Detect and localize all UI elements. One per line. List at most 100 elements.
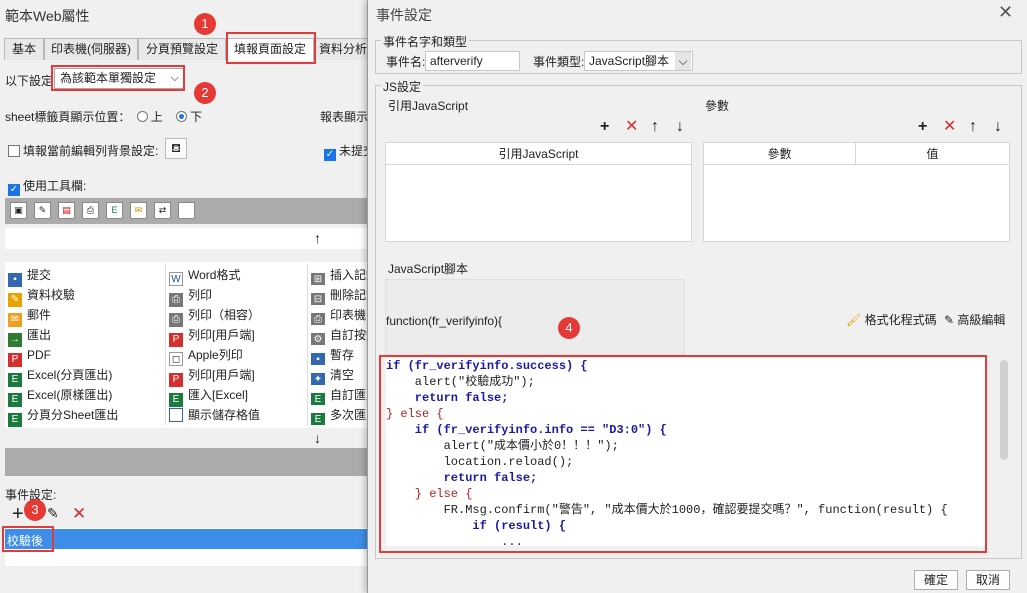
printer-icon[interactable]: ⎙	[82, 202, 99, 219]
btn-mail[interactable]: ✉ 郵件	[8, 305, 51, 327]
event-name-input[interactable]: afterverify	[425, 51, 520, 71]
event-type-label: 事件類型:	[533, 55, 585, 69]
toolbar-bottom-bar	[5, 448, 372, 476]
btn-custom[interactable]: ⚙自訂按鈕	[311, 325, 372, 345]
btn-label: 印表機	[330, 308, 367, 322]
btn-verify[interactable]: ✎ 資料校驗	[8, 285, 75, 307]
btn-import-excel[interactable]: E 匯入[Excel]	[169, 385, 248, 407]
code-scrollbar[interactable]	[1000, 360, 1008, 460]
add-ref-icon[interactable]: +	[600, 119, 609, 135]
btn-label: 列印[用戶端]	[188, 328, 255, 342]
btn-pdf[interactable]: P PDF	[8, 345, 51, 367]
highlight-box-2	[51, 65, 185, 91]
params-table[interactable]: 參數 值	[703, 142, 1010, 242]
btn-label: 分頁分Sheet匯出	[27, 408, 119, 422]
bg-setting-label: 填報當前編輯列背景設定:	[23, 144, 159, 158]
close-icon[interactable]: ✕	[998, 2, 1013, 23]
flow-icon[interactable]: ⇄	[154, 202, 171, 219]
add-event-icon[interactable]: +	[12, 504, 24, 524]
btn-label: Apple列印	[188, 348, 243, 362]
btn-label: 自訂匯入	[330, 388, 372, 402]
js-settings-label: JS設定	[381, 78, 424, 95]
advanced-edit-button[interactable]: ✎ 高級編輯	[944, 311, 1005, 328]
use-toolbar-label: 使用工具欄:	[23, 179, 87, 193]
event-name-value: afterverify	[430, 54, 483, 68]
btn-printer[interactable]: ⎙ 印表機	[311, 305, 372, 325]
btn-stash[interactable]: ▪ 暫存	[311, 345, 372, 365]
delete-ref-icon[interactable]: ✕	[625, 119, 638, 135]
btn-insert-record[interactable]: ⊞插入記錄	[311, 265, 372, 285]
use-toolbar: ✓ 使用工具欄:	[8, 177, 86, 196]
radio-top[interactable]	[136, 111, 148, 122]
btn-multi-import[interactable]: E多次匯入	[311, 405, 372, 425]
move-down-param-icon[interactable]: ↓	[994, 119, 1002, 135]
edit-icon: ✎	[944, 313, 955, 327]
btn-excel-original[interactable]: E Excel(原樣匯出)	[8, 385, 113, 407]
pencil-icon[interactable]: ✎	[34, 202, 51, 219]
window-title: 範本Web屬性	[5, 8, 90, 24]
param-header: 參數	[704, 143, 856, 165]
excel-icon[interactable]: E	[106, 202, 123, 219]
btn-apple-print[interactable]: ◻ Apple列印	[169, 345, 243, 366]
move-up-ref-icon[interactable]: ↑	[651, 119, 659, 135]
tab-basic[interactable]: 基本	[4, 38, 44, 60]
col-divider	[165, 263, 166, 425]
btn-export[interactable]: → 匯出	[8, 325, 52, 347]
btn-label: 顯示儲存格值	[188, 408, 261, 422]
unsubmitted-checkbox[interactable]: ✓	[324, 149, 336, 161]
btn-label: 提交	[27, 268, 52, 282]
btn-delete-record[interactable]: ⊟刪除記錄	[311, 285, 372, 305]
btn-submit[interactable]: ▪ 提交	[8, 265, 52, 287]
btn-show-cell-value[interactable]: 顯示儲存格值	[169, 405, 260, 425]
radio-bottom[interactable]	[176, 111, 188, 122]
btn-clear[interactable]: ✦ 清空	[311, 365, 372, 385]
save-icon[interactable]: ▣	[10, 202, 27, 219]
cancel-button[interactable]: 取消	[966, 570, 1010, 590]
btn-label: Excel(原樣匯出)	[27, 388, 113, 402]
btn-word[interactable]: W Word格式	[169, 265, 240, 286]
btn-print-client[interactable]: P 列印[用戶端]	[169, 325, 255, 347]
use-toolbar-checkbox[interactable]: ✓	[8, 184, 20, 196]
highlight-box-3	[2, 526, 54, 552]
add-param-icon[interactable]: +	[918, 119, 927, 135]
blank-icon[interactable]	[178, 202, 195, 219]
sheet-tab-position: sheet標籤頁顯示位置： 上 下	[5, 108, 202, 125]
dialog-title: 事件設定	[376, 7, 432, 23]
event-list-item[interactable]: 校驗後	[5, 529, 372, 549]
bg-setting-checkbox[interactable]	[8, 145, 20, 157]
btn-label: 暫存	[330, 348, 355, 362]
tab-bar: 基本 印表機(伺服器) 分頁預覽設定 填報頁面設定 資料分析	[4, 38, 376, 61]
btn-label: 列印	[188, 288, 213, 302]
btn-print-compat[interactable]: ⎙ 列印（相容）	[169, 305, 260, 327]
value-header: 值	[856, 143, 1009, 165]
delete-param-icon[interactable]: ✕	[943, 119, 956, 135]
ref-js-list[interactable]: 引用JavaScript	[385, 142, 692, 242]
move-down-ref-icon[interactable]: ↓	[676, 119, 684, 135]
ok-button[interactable]: 確定	[914, 570, 958, 590]
pdf-icon[interactable]: ▤	[58, 202, 75, 219]
btn-excel-page[interactable]: E Excel(分頁匯出)	[8, 365, 112, 387]
radio-bottom-label: 下	[190, 110, 203, 124]
btn-label: 匯出	[27, 328, 52, 342]
paint-bucket-icon[interactable]: ⛾	[165, 138, 187, 159]
btn-label: 刪除記錄	[330, 288, 372, 302]
scope-label: 以下設定	[5, 74, 54, 88]
event-type-select[interactable]: JavaScript腳本 ⌵	[584, 51, 693, 71]
btn-custom-import[interactable]: E自訂匯入	[311, 385, 372, 405]
arrow-up-icon[interactable]: ↑	[314, 230, 321, 246]
edit-event-icon[interactable]: ✎	[47, 505, 59, 522]
move-up-param-icon[interactable]: ↑	[969, 119, 977, 135]
btn-print-client-2[interactable]: P 列印[用戶端]	[169, 365, 255, 387]
btn-excel-sheet[interactable]: E 分頁分Sheet匯出	[8, 405, 119, 427]
col-divider	[307, 263, 308, 425]
bg-setting: 填報當前編輯列背景設定:	[8, 142, 158, 159]
mail-icon[interactable]: ✉	[130, 202, 147, 219]
broom-icon: 🖌	[846, 313, 862, 327]
tab-page-preview[interactable]: 分頁預覽設定	[138, 38, 226, 60]
tab-printer[interactable]: 印表機(伺服器)	[44, 38, 138, 60]
btn-print[interactable]: ⎙ 列印	[169, 285, 213, 307]
format-code-button[interactable]: 🖌 格式化程式碼	[846, 311, 937, 328]
arrow-down-icon[interactable]: ↓	[314, 430, 321, 446]
delete-event-icon[interactable]: ✕	[72, 504, 86, 524]
radio-top-label: 上	[150, 110, 163, 124]
